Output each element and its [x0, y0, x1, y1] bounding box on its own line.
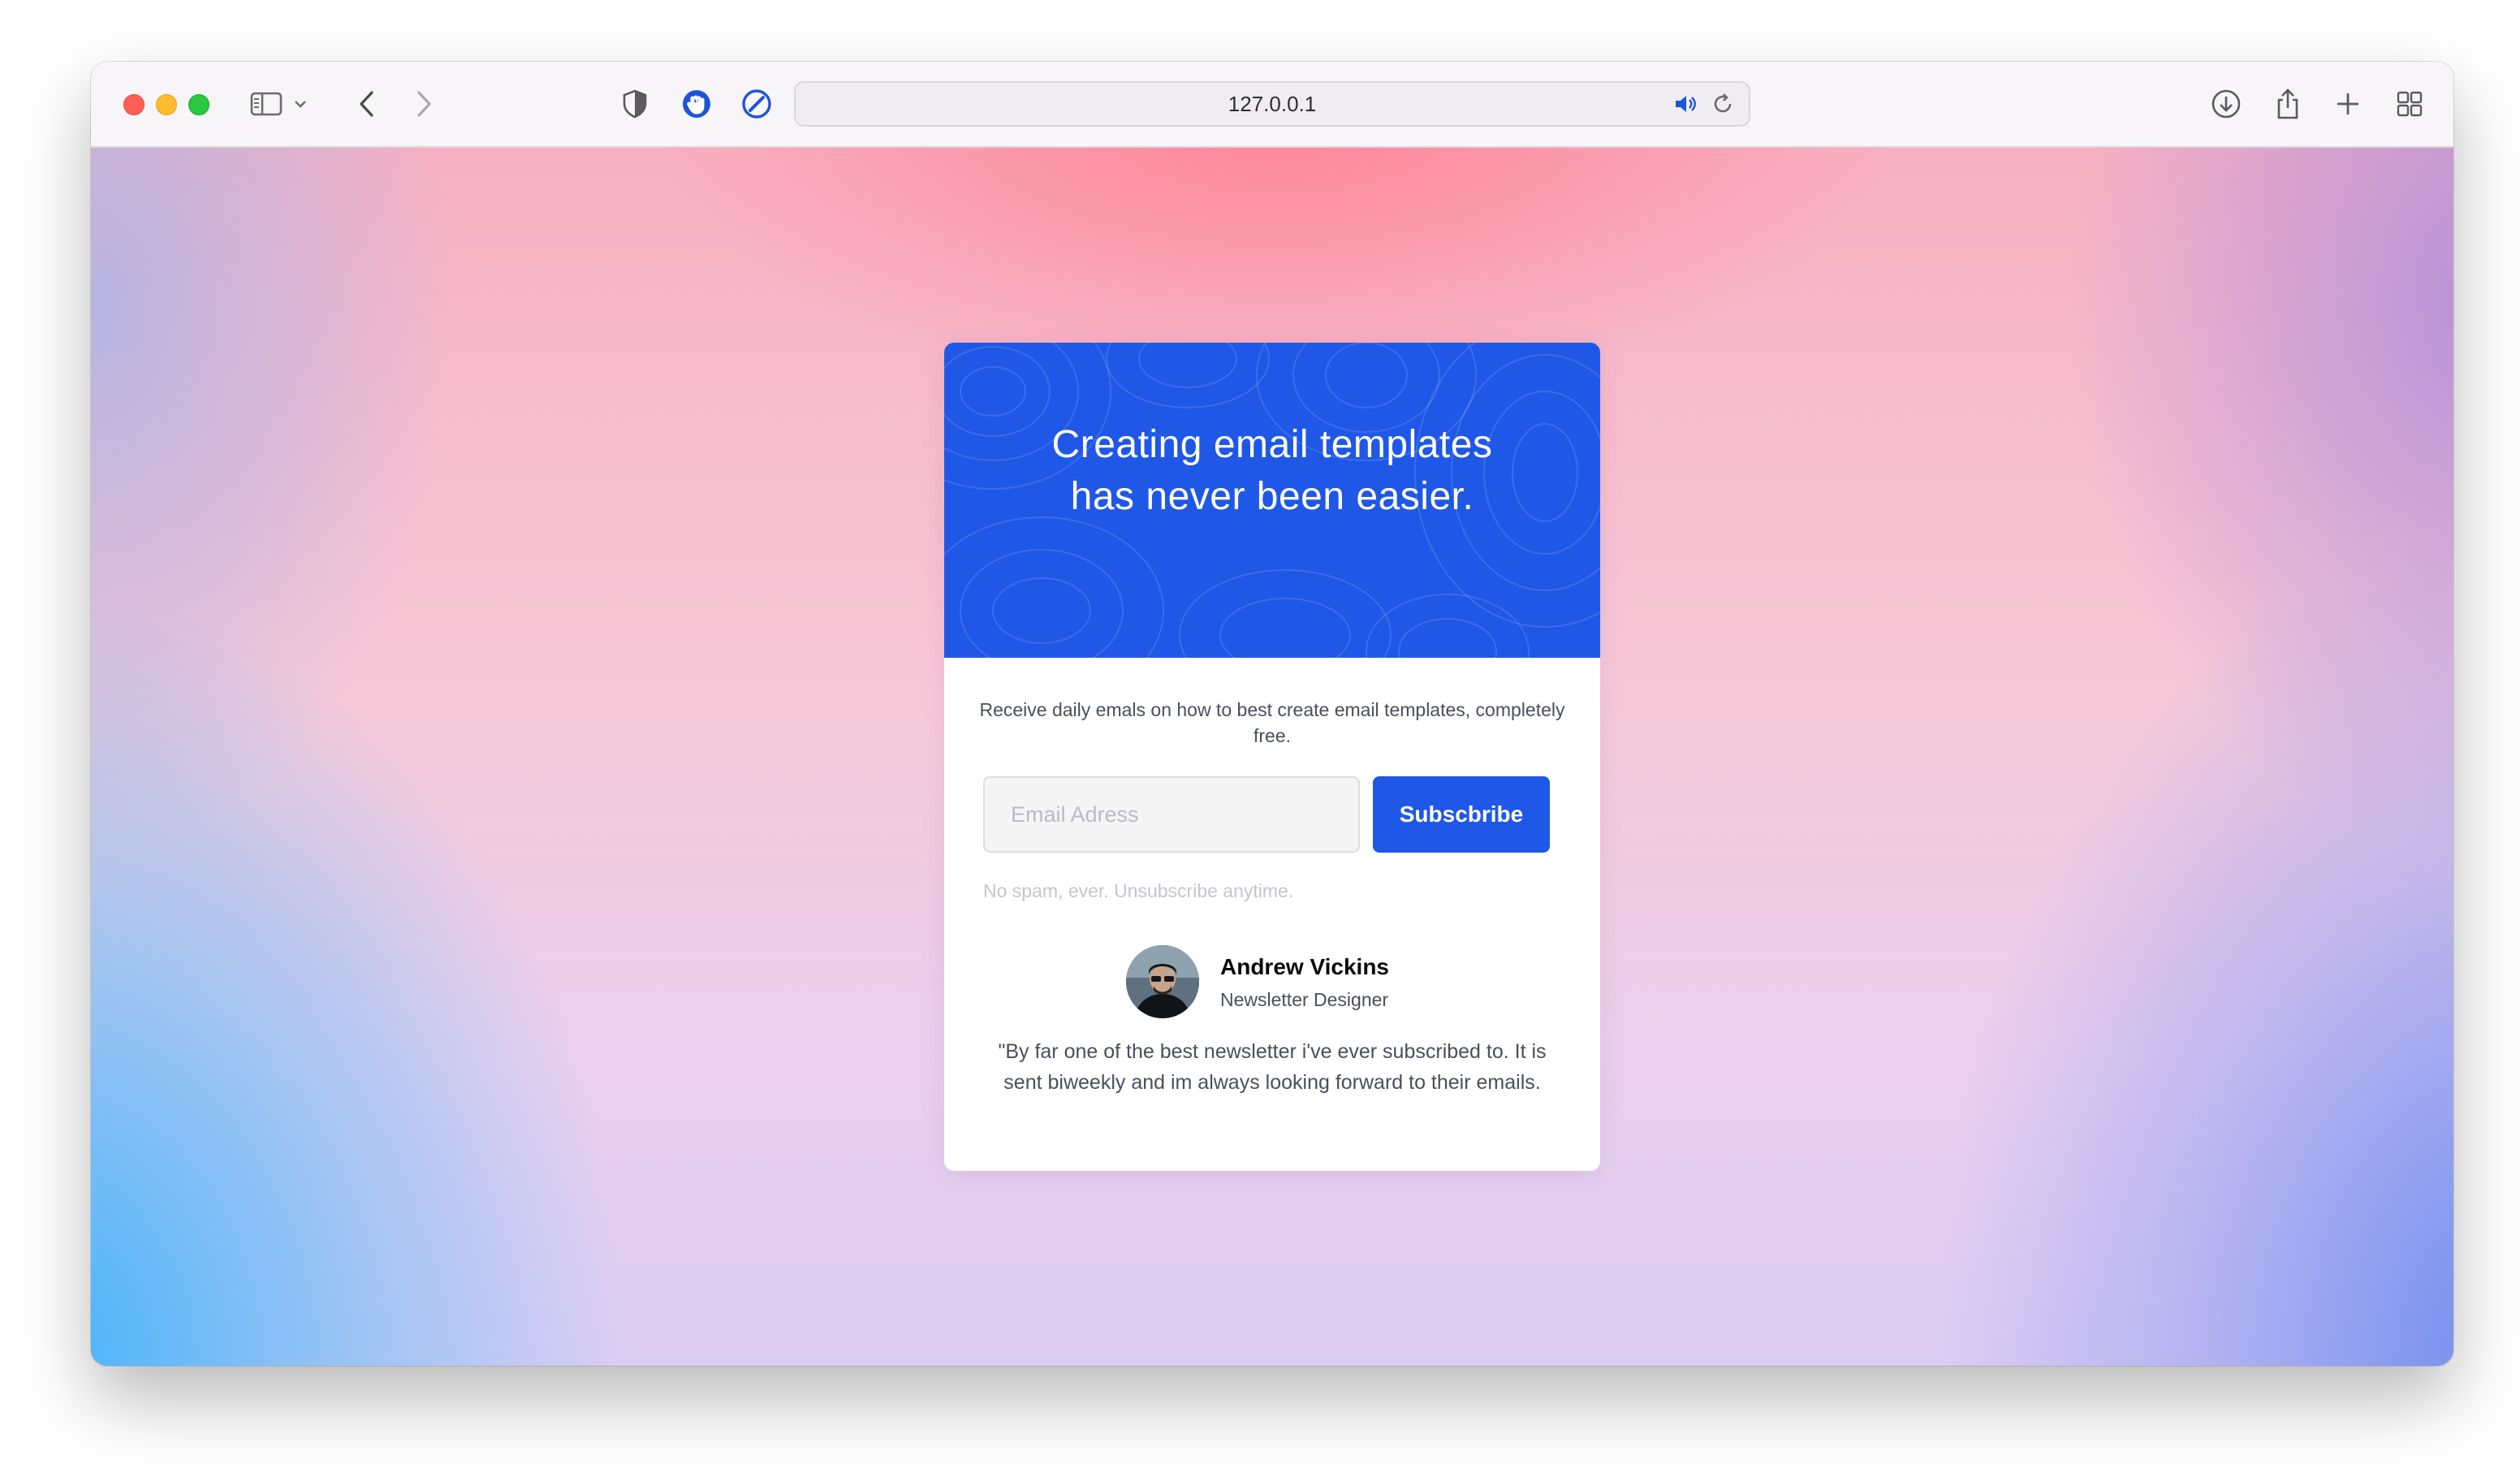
email-field[interactable]	[983, 776, 1360, 853]
newsletter-card: Creating email templates has never been …	[944, 343, 1600, 1171]
close-window-button[interactable]	[123, 94, 145, 115]
hand-icon[interactable]	[677, 84, 716, 123]
tab-overview-icon[interactable]	[2390, 84, 2429, 123]
chevron-left-icon[interactable]	[347, 84, 386, 123]
speaker-icon[interactable]	[1669, 86, 1702, 122]
share-icon[interactable]	[2268, 84, 2307, 123]
avatar	[1126, 945, 1199, 1018]
browser-window: 127.0.0.1 Creating email templates has n…	[91, 62, 2453, 1366]
reload-icon[interactable]	[1707, 86, 1739, 122]
hero-title: Creating email templates has never been …	[1051, 423, 1493, 518]
chevron-right-icon[interactable]	[404, 84, 443, 123]
url-text: 127.0.0.1	[1228, 92, 1317, 116]
author-name: Andrew Vickins	[1220, 954, 1390, 979]
testimonial-quote: "By far one of the best newsletter i've …	[998, 1040, 1547, 1094]
page-content: Creating email templates has never been …	[91, 148, 2453, 1366]
minimize-window-button[interactable]	[156, 94, 177, 115]
plus-icon[interactable]	[2328, 84, 2367, 123]
download-icon[interactable]	[2207, 84, 2246, 123]
hero-banner: Creating email templates has never been …	[944, 343, 1600, 658]
address-bar[interactable]: 127.0.0.1	[794, 81, 1750, 127]
chevron-down-icon[interactable]	[289, 84, 312, 123]
zoom-window-button[interactable]	[188, 94, 209, 115]
sidebar-icon[interactable]	[247, 84, 286, 123]
no-spam-note: No spam, ever. Unsubscribe anytime.	[983, 880, 1294, 901]
compass-icon[interactable]	[737, 84, 776, 123]
browser-toolbar: 127.0.0.1	[91, 62, 2453, 148]
subscribe-button[interactable]: Subscbribe	[1373, 776, 1550, 853]
author-role: Newsletter Designer	[1220, 989, 1389, 1010]
newsletter-description: Receive daily emals on how to best creat…	[979, 699, 1565, 746]
shield-icon[interactable]	[615, 84, 654, 123]
